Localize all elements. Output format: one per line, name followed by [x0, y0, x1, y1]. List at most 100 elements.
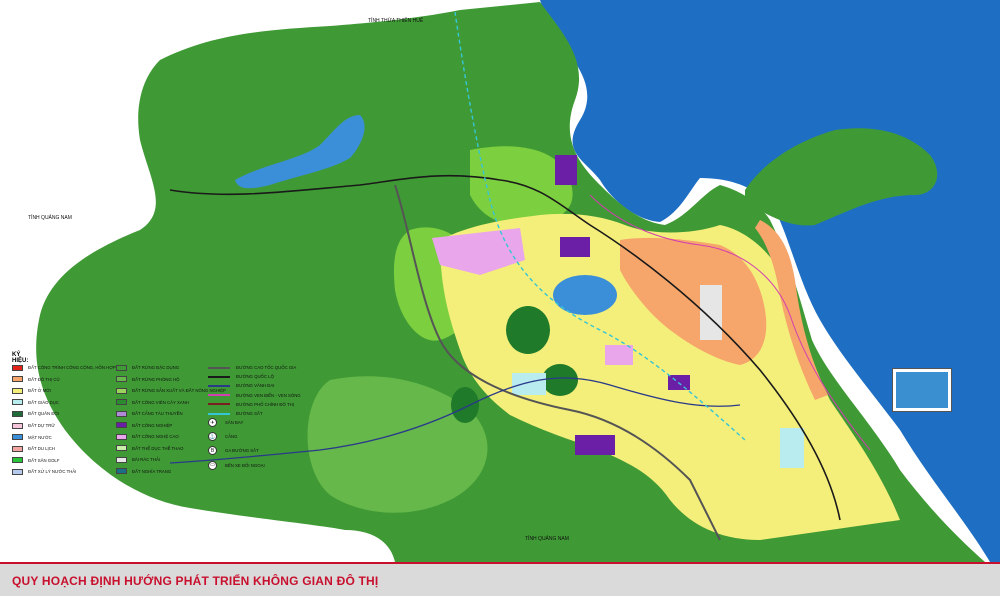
legend-item: ĐẤT NGHĨA TRANG — [116, 467, 171, 476]
legend-item: ĐƯỜNG VÀNH ĐAI — [208, 381, 274, 390]
legend-label: ĐẤT CÔNG NGHIỆP — [132, 422, 173, 428]
legend-line-swatch — [208, 394, 230, 397]
legend-swatch — [116, 410, 127, 417]
page-title: QUY HOẠCH ĐỊNH HƯỚNG PHÁT TRIỂN KHÔNG GI… — [12, 574, 379, 588]
legend-label: BẾN XE ĐỐI NGOẠI — [225, 462, 265, 468]
legend-label: MẶT NƯỚC — [28, 434, 52, 440]
legend-label: ĐẤT NGHĨA TRANG — [132, 468, 172, 474]
legend-label: SÂN BAY — [225, 420, 244, 425]
industrial-zone-3 — [575, 435, 615, 455]
legend-item: ĐƯỜNG PHỐ CHÍNH ĐÔ THỊ — [208, 400, 294, 409]
legend-label: GA ĐƯỜNG SẮT — [225, 448, 259, 454]
legend-swatch — [116, 376, 127, 382]
legend-label: ĐẤT QUÂN ĐỘI — [28, 411, 59, 417]
legend-item: ĐẤT XỬ LÝ NƯỚC THẢI — [12, 467, 76, 476]
legend-swatch — [116, 445, 127, 451]
legend-item: ĐẤT CẢNG TÀU THUYỀN — [116, 409, 183, 418]
legend-swatch — [12, 422, 23, 429]
legend-label: ĐƯỜNG PHỐ CHÍNH ĐÔ THỊ — [236, 401, 294, 407]
legend-line-swatch — [208, 384, 230, 387]
legend-item: ĐẤT CÔNG NGHIỆP — [116, 421, 172, 430]
legend-item: ĐƯỜNG QUỐC LỘ — [208, 372, 274, 381]
park-1 — [506, 306, 550, 354]
legend-swatch — [116, 456, 127, 463]
legend-swatch — [12, 468, 23, 475]
legend-item: ĐẤT CÔNG VIÊN CÂY XANH — [116, 398, 189, 407]
railway-station-icon: B — [208, 446, 217, 456]
legend-label: ĐẤT CÔNG NGHỆ CAO — [132, 434, 179, 439]
legend-label: ĐẤT RỪNG ĐẶC DỤNG — [132, 365, 180, 370]
water-treatment-zone — [780, 428, 804, 468]
legend-line-swatch — [208, 403, 230, 406]
legend-label: CẢNG — [225, 434, 238, 440]
legend-label: ĐẤT CÔNG VIÊN CÂY XANH — [132, 399, 189, 405]
legend-swatch — [12, 457, 23, 464]
legend-label: ĐƯỜNG SẮT — [236, 411, 263, 416]
legend-swatch — [116, 387, 127, 394]
industrial-zone-4 — [555, 155, 577, 185]
legend-line-swatch — [208, 412, 230, 415]
legend-swatch — [12, 387, 23, 394]
legend-item: ✈ SÂN BAY — [208, 418, 243, 427]
legend-item: ĐẤT QUÂN ĐỘI — [12, 409, 59, 418]
legend-label: ĐẤT SÂN GOLF — [28, 457, 60, 463]
legend-swatch — [12, 399, 23, 406]
legend-item: ĐẤT DU LỊCH — [12, 444, 55, 453]
legend-item: BÃI RÁC THẢI — [116, 455, 160, 464]
legend-item: ĐẤT CÔNG NGHỆ CAO — [116, 432, 179, 441]
legend-item: ĐẤT THỂ DỤC THỂ THAO — [116, 444, 184, 453]
inset-map — [892, 368, 952, 412]
education-zone — [512, 373, 546, 395]
legend-item: ĐƯỜNG CAO TỐC QUỐC GIA — [208, 363, 296, 372]
legend-swatch — [12, 434, 23, 441]
legend-item: ĐẤT RỪNG PHÒNG HỘ — [116, 375, 180, 384]
map-label-west: TỈNH QUẢNG NAM — [28, 215, 72, 221]
planning-map[interactable] — [0, 0, 1000, 562]
legend-line-swatch — [208, 375, 230, 378]
legend-label: BÃI RÁC THẢI — [132, 457, 161, 462]
high-tech-zone-2 — [605, 345, 633, 365]
legend-item: ⚓ CẢNG — [208, 432, 238, 442]
legend-swatch — [116, 433, 127, 440]
bus-station-icon: ▭ — [208, 460, 217, 470]
legend-label: ĐƯỜNG VEN BIỂN - VEN SÔNG — [236, 392, 301, 398]
legend-label: ĐƯỜNG QUỐC LỘ — [236, 374, 274, 380]
legend-swatch — [116, 364, 127, 371]
reservoir-lake-central — [553, 275, 617, 315]
legend-item: ĐẤT Ở MỚI — [12, 386, 51, 395]
legend-label: ĐẤT Ở MỚI — [28, 388, 52, 394]
footer-rule — [0, 562, 1000, 564]
legend-label: ĐẤT CẢNG TÀU THUYỀN — [132, 411, 183, 416]
park-3 — [451, 387, 479, 423]
port-icon: ⚓ — [208, 432, 217, 442]
map-label-north: TỈNH THỪA THIÊN HUẾ — [368, 18, 424, 24]
legend-label: ĐẤT DU LỊCH — [28, 446, 55, 452]
legend-swatch — [116, 468, 127, 474]
airport-icon: ✈ — [208, 418, 217, 427]
legend-item: ▭ BẾN XE ĐỐI NGOẠI — [208, 460, 265, 470]
legend-label: ĐẤT CÔNG TRÌNH CÔNG CỘNG, HỖN HỢP — [28, 365, 116, 370]
legend-item: ĐƯỜNG SẮT — [208, 409, 262, 418]
legend-label: ĐẤT THỂ DỤC THỂ THAO — [132, 445, 184, 451]
industrial-zone-1 — [560, 237, 590, 257]
legend-swatch — [12, 445, 23, 452]
legend-item: ĐẤT DỰ TRỮ — [12, 421, 55, 430]
legend-item: ĐẤT CÔNG TRÌNH CÔNG CỘNG, HỖN HỢP — [12, 363, 116, 372]
legend-swatch — [12, 364, 23, 371]
legend-label: ĐƯỜNG CAO TỐC QUỐC GIA — [236, 365, 297, 370]
park-2 — [542, 364, 578, 396]
legend-line-swatch — [208, 366, 230, 369]
legend-item: ĐẤT ĐÔ THỊ CŨ — [12, 375, 60, 384]
legend-label: ĐẤT DỰ TRỮ — [28, 423, 55, 428]
legend-swatch — [12, 410, 23, 417]
map-label-south: TỈNH QUẢNG NAM — [525, 536, 569, 542]
footer-bar: QUY HOẠCH ĐỊNH HƯỚNG PHÁT TRIỂN KHÔNG GI… — [0, 562, 1000, 596]
legend-item: ĐƯỜNG VEN BIỂN - VEN SÔNG — [208, 391, 301, 400]
legend-item: MẶT NƯỚC — [12, 433, 52, 442]
legend-swatch — [116, 399, 127, 405]
legend-item: ĐẤT GIÁO DỤC — [12, 398, 59, 407]
legend-label: ĐẤT RỪNG PHÒNG HỘ — [132, 376, 180, 382]
legend-label: ĐẤT ĐÔ THỊ CŨ — [28, 376, 60, 382]
legend-item: B GA ĐƯỜNG SẮT — [208, 446, 259, 456]
legend-item: ĐẤT RỪNG ĐẶC DỤNG — [116, 363, 179, 372]
